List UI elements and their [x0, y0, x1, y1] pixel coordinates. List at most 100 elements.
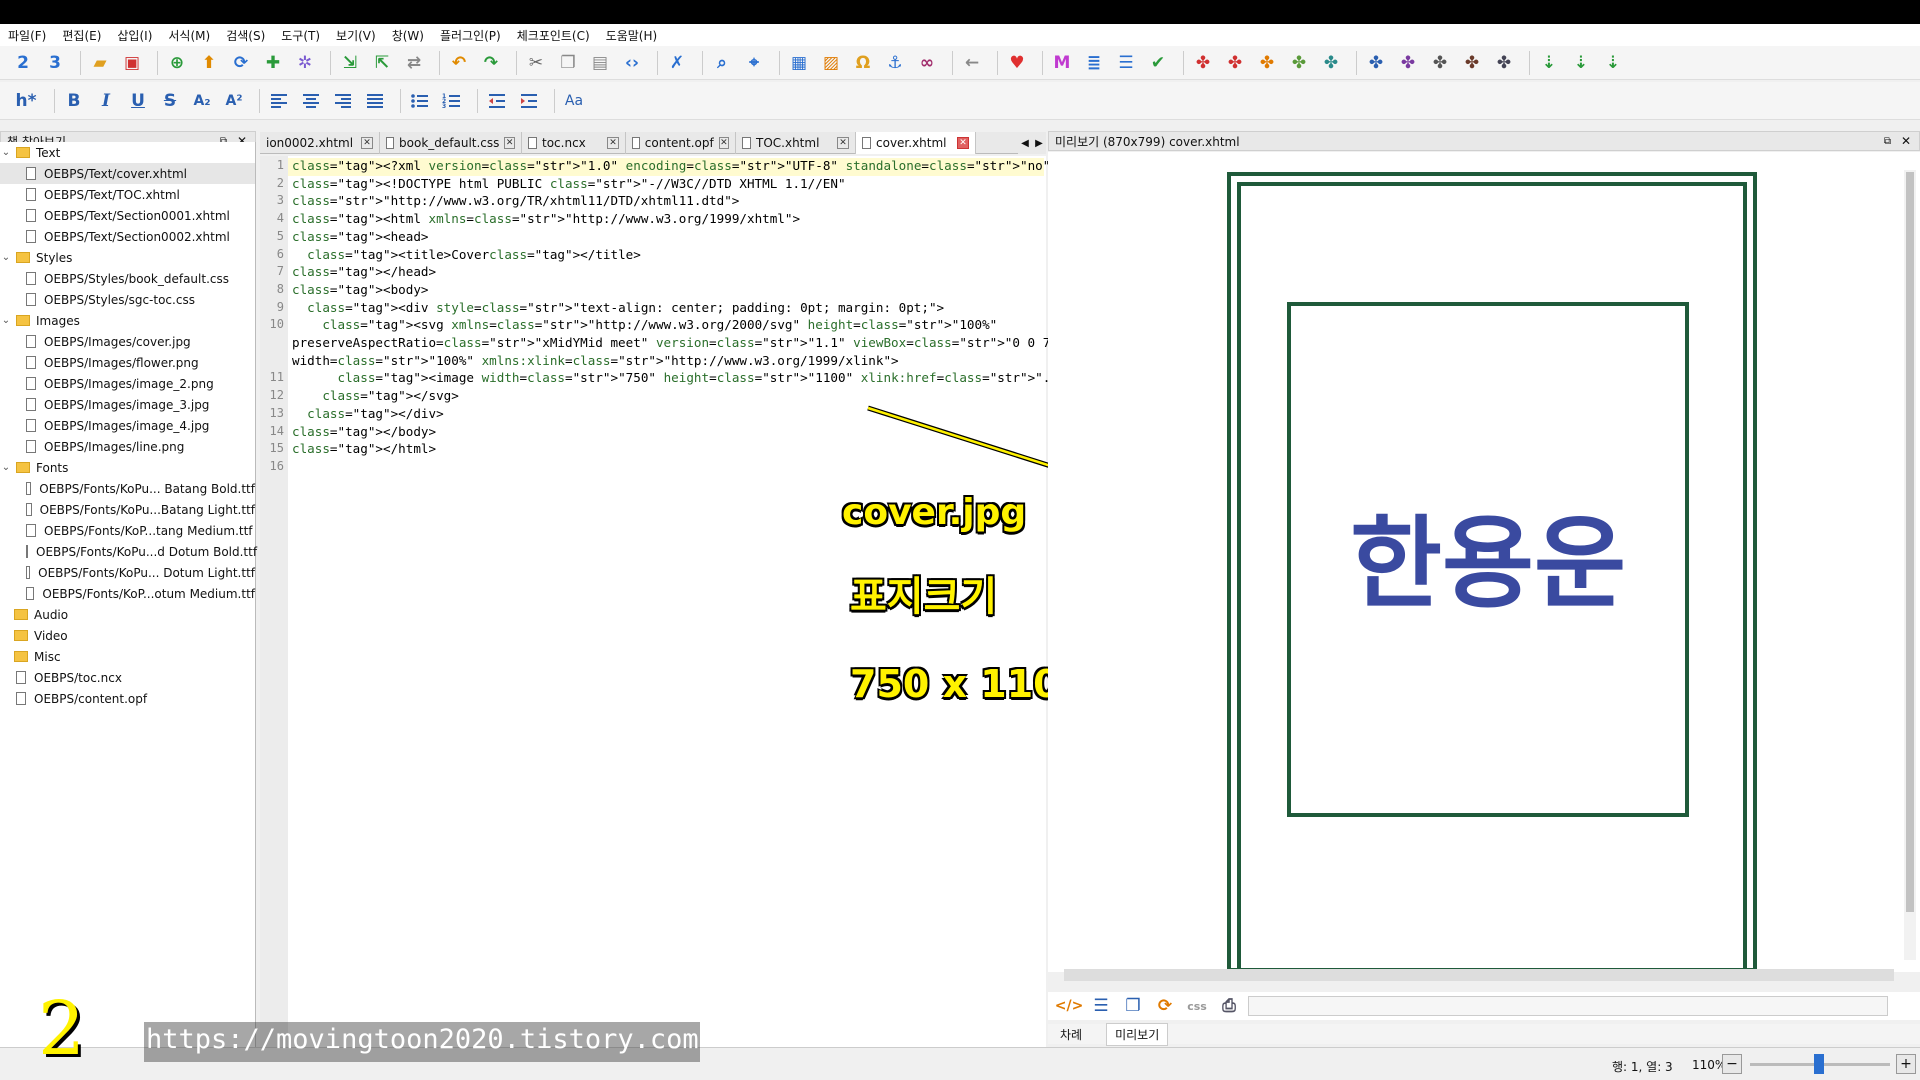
expand-chevron-icon[interactable]: ⌄	[0, 147, 12, 158]
menu-plugins[interactable]: 플러그인(P)	[440, 27, 501, 44]
tab-scroll-left-icon[interactable]: ◀	[1021, 138, 1029, 149]
expand-chevron-icon[interactable]: ⌄	[0, 252, 12, 263]
close-tab-icon[interactable]: ✕	[957, 137, 969, 149]
code-line[interactable]: class="tag"><title>Coverclass="tag"></ti…	[292, 247, 641, 265]
align-right-icon[interactable]	[330, 88, 356, 114]
image-icon[interactable]: ▨	[818, 50, 844, 76]
puzzle-2-icon[interactable]: ✤	[1222, 50, 1248, 76]
move-up-icon[interactable]: ⬆	[196, 50, 222, 76]
tree-file[interactable]: OEBPS/Fonts/KoPu...Batang Light.ttf	[0, 499, 255, 520]
level-1-icon[interactable]: ⇣	[1536, 50, 1562, 76]
tree-folder[interactable]: ⌄ Styles	[0, 247, 255, 268]
cut-icon[interactable]: ✂	[523, 50, 549, 76]
level-2-icon[interactable]: ⇣	[1568, 50, 1594, 76]
heading-button[interactable]: h*	[10, 88, 42, 114]
print-icon[interactable]: ⎙	[1216, 993, 1242, 1019]
gear-icon[interactable]: ✲	[292, 50, 318, 76]
tree-file[interactable]: OEBPS/Fonts/KoP...tang Medium.ttf	[0, 520, 255, 541]
tree-file[interactable]: OEBPS/Images/image_2.png	[0, 373, 255, 394]
merge-icon[interactable]: ⇱	[369, 50, 395, 76]
tree-file[interactable]: OEBPS/Fonts/KoPu...d Dotum Bold.ttf	[0, 541, 257, 562]
tree-file[interactable]: OEBPS/Text/cover.xhtml	[0, 163, 255, 184]
book-icon-2[interactable]: 2	[10, 50, 36, 76]
editor-tab[interactable]: ion0002.xhtml ✕	[260, 132, 380, 154]
code-icon[interactable]: ‹›	[619, 50, 645, 76]
tree-file[interactable]: OEBPS/content.opf	[0, 688, 255, 709]
code-line[interactable]: width=class="str">"100%" xmlns:xlink=cla…	[292, 353, 899, 371]
menu-window[interactable]: 창(W)	[392, 27, 424, 44]
close-tab-icon[interactable]: ✕	[361, 137, 373, 149]
italic-button[interactable]: I	[93, 88, 119, 114]
zoom-in-icon[interactable]: +	[1896, 1054, 1916, 1074]
close-panel-icon[interactable]: ✕	[1901, 134, 1911, 148]
puzzle-9-icon[interactable]: ✤	[1459, 50, 1485, 76]
code-line[interactable]: class="tag"></body>	[292, 424, 436, 442]
list-icon[interactable]: ☰	[1113, 50, 1139, 76]
level-3-icon[interactable]: ⇣	[1600, 50, 1626, 76]
tree-folder[interactable]: ⌄ Text	[0, 142, 255, 163]
tab-scroll-arrows[interactable]: ◀ ▶	[1018, 132, 1046, 154]
tab-toc[interactable]: 차례	[1060, 1026, 1082, 1043]
editor-tab[interactable]: TOC.xhtml ✕	[736, 132, 856, 154]
tree-file[interactable]: OEBPS/Styles/book_default.css	[0, 268, 255, 289]
code-line[interactable]: class="tag"><div style=class="str">"text…	[292, 300, 944, 318]
tree-file[interactable]: OEBPS/Fonts/KoP...otum Medium.ttf	[0, 583, 255, 604]
close-tab-icon[interactable]: ✕	[607, 137, 619, 149]
redo-icon[interactable]: ↷	[478, 50, 504, 76]
preview-horizontal-scrollbar[interactable]	[1064, 969, 1894, 981]
tree-file[interactable]: OEBPS/Images/cover.jpg	[0, 331, 255, 352]
book-icon-3[interactable]: 3	[42, 50, 68, 76]
heart-icon[interactable]: ♥	[1004, 50, 1030, 76]
find-icon[interactable]: ⌖	[741, 50, 767, 76]
omega-icon[interactable]: Ω	[850, 50, 876, 76]
code-line[interactable]: class="str">"http://www.w3.org/TR/xhtml1…	[292, 193, 739, 211]
scrollbar-thumb[interactable]	[1906, 172, 1914, 912]
subscript-button[interactable]: A₂	[189, 88, 215, 114]
menu-edit[interactable]: 편집(E)	[62, 27, 101, 44]
back-arrow-icon[interactable]: ←	[959, 50, 985, 76]
refresh-icon[interactable]: ⟳	[1152, 993, 1178, 1019]
link-chain-icon[interactable]: ∞	[914, 50, 940, 76]
strikethrough-button[interactable]: S	[157, 88, 183, 114]
tree-file[interactable]: OEBPS/Images/line.png	[0, 436, 255, 457]
editor-tab[interactable]: book_default.css ✕	[380, 132, 522, 154]
editor-tab[interactable]: content.opf ✕	[626, 132, 736, 154]
tree-file[interactable]: OEBPS/Text/TOC.xhtml	[0, 184, 255, 205]
tree-file[interactable]: OEBPS/Text/Section0002.xhtml	[0, 226, 255, 247]
menu-help[interactable]: 도움말(H)	[606, 27, 658, 44]
close-tab-icon[interactable]: ✕	[504, 137, 515, 149]
outdent-icon[interactable]	[484, 88, 510, 114]
code-line[interactable]: class="tag"></html>	[292, 441, 436, 459]
open-folder-icon[interactable]: ▰	[87, 50, 113, 76]
metadata-icon[interactable]: ▦	[786, 50, 812, 76]
tree-file[interactable]: OEBPS/Styles/sgc-toc.css	[0, 289, 255, 310]
editor-tab[interactable]: cover.xhtml ✕	[856, 132, 976, 154]
menu-insert[interactable]: 삽입(I)	[117, 27, 152, 44]
puzzle-7-icon[interactable]: ✤	[1395, 50, 1421, 76]
zoom-slider-handle[interactable]	[1814, 1054, 1824, 1074]
copy-icon[interactable]: ❐	[555, 50, 581, 76]
preview-vertical-scrollbar[interactable]	[1904, 170, 1916, 960]
expand-chevron-icon[interactable]: ⌄	[0, 315, 12, 326]
align-center-icon[interactable]	[298, 88, 324, 114]
undo-icon[interactable]: ↶	[446, 50, 472, 76]
puzzle-5-icon[interactable]: ✤	[1318, 50, 1344, 76]
puzzle-3-icon[interactable]: ✤	[1254, 50, 1280, 76]
float-panel-icon[interactable]: ⧉	[1884, 136, 1891, 147]
menu-file[interactable]: 파일(F)	[8, 27, 46, 44]
expand-chevron-icon[interactable]: ⌄	[0, 462, 12, 473]
puzzle-1-icon[interactable]: ✤	[1190, 50, 1216, 76]
toc-icon[interactable]: ≣	[1081, 50, 1107, 76]
code-line[interactable]: class="tag"></svg>	[292, 388, 459, 406]
copy-icon[interactable]: ❐	[1120, 993, 1146, 1019]
zoom-out-icon[interactable]: −	[1722, 1054, 1742, 1074]
save-icon[interactable]: ▣	[119, 50, 145, 76]
tree-file[interactable]: OEBPS/Images/image_4.jpg	[0, 415, 255, 436]
tree-file[interactable]: OEBPS/Fonts/KoPu... Batang Bold.ttf	[0, 478, 255, 499]
close-tab-icon[interactable]: ✕	[837, 137, 849, 149]
code-line[interactable]: class="tag"><body>	[292, 282, 429, 300]
indent-icon[interactable]	[516, 88, 542, 114]
tab-scroll-right-icon[interactable]: ▶	[1035, 138, 1043, 149]
tree-file[interactable]: OEBPS/Fonts/KoPu... Dotum Light.ttf	[0, 562, 255, 583]
tree-file[interactable]: OEBPS/Text/Section0001.xhtml	[0, 205, 255, 226]
